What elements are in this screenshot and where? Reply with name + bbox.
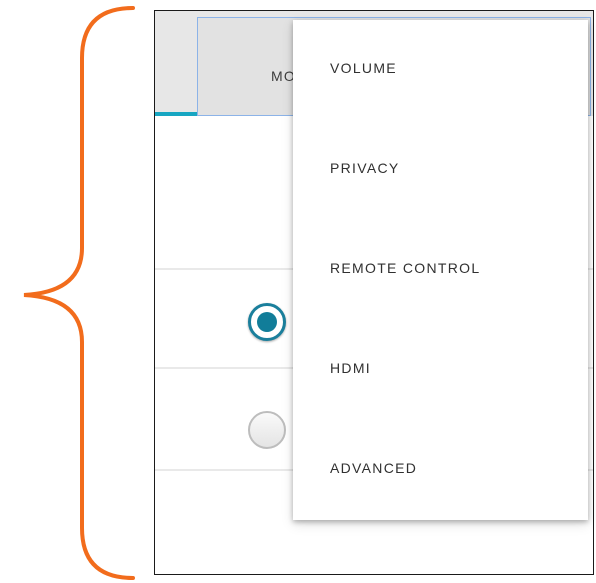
radio-selected-dot: [257, 312, 277, 332]
menu-item-label: HDMI: [330, 360, 371, 376]
curly-brace-annotation-icon: [23, 6, 135, 580]
menu-item-label: PRIVACY: [330, 160, 400, 176]
radio-option-selected[interactable]: [248, 303, 286, 341]
menu-item-privacy[interactable]: PRIVACY: [293, 120, 588, 220]
menu-item-label: REMOTE CONTROL: [330, 260, 481, 276]
menu-item-remote-control[interactable]: REMOTE CONTROL: [293, 220, 588, 320]
active-tab-indicator: [155, 112, 197, 116]
menu-item-volume[interactable]: VOLUME: [293, 20, 588, 120]
radio-option-unselected[interactable]: [248, 411, 286, 449]
menu-item-advanced[interactable]: ADVANCED: [293, 420, 588, 520]
more-dropdown-menu: VOLUME PRIVACY REMOTE CONTROL HDMI ADVAN…: [293, 20, 588, 520]
menu-item-hdmi[interactable]: HDMI: [293, 320, 588, 420]
menu-item-label: VOLUME: [330, 60, 397, 76]
menu-item-label: ADVANCED: [330, 460, 418, 476]
